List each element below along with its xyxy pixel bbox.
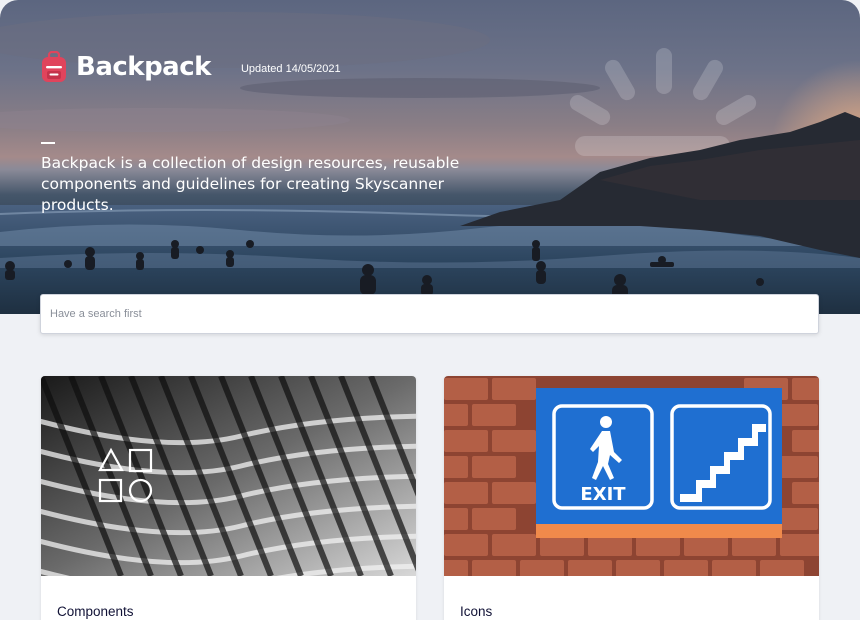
backpack-icon	[42, 51, 66, 82]
backpack-logo[interactable]: Backpack	[40, 51, 211, 83]
search-box[interactable]	[40, 294, 819, 334]
page: Backpack Updated 14/05/2021 Backpack is …	[0, 0, 860, 620]
icons-card-image: EXIT	[444, 376, 819, 576]
updated-date: Updated 14/05/2021	[240, 63, 341, 75]
icons-card[interactable]: EXIT Icons	[444, 376, 819, 620]
components-card-image	[41, 376, 416, 576]
icons-card-title: Icons	[460, 604, 493, 619]
components-card-title: Components	[57, 604, 134, 619]
hero-banner: Backpack Updated 14/05/2021 Backpack is …	[0, 0, 860, 314]
hero-description: Backpack is a collection of design resou…	[41, 154, 460, 214]
search-input[interactable]	[41, 295, 818, 333]
hero-divider	[41, 142, 55, 144]
hero-header: Backpack Updated 14/05/2021	[40, 50, 341, 84]
logo-text: Backpack	[76, 52, 211, 82]
components-card[interactable]: Components	[41, 376, 416, 620]
exit-label: EXIT	[580, 484, 626, 505]
